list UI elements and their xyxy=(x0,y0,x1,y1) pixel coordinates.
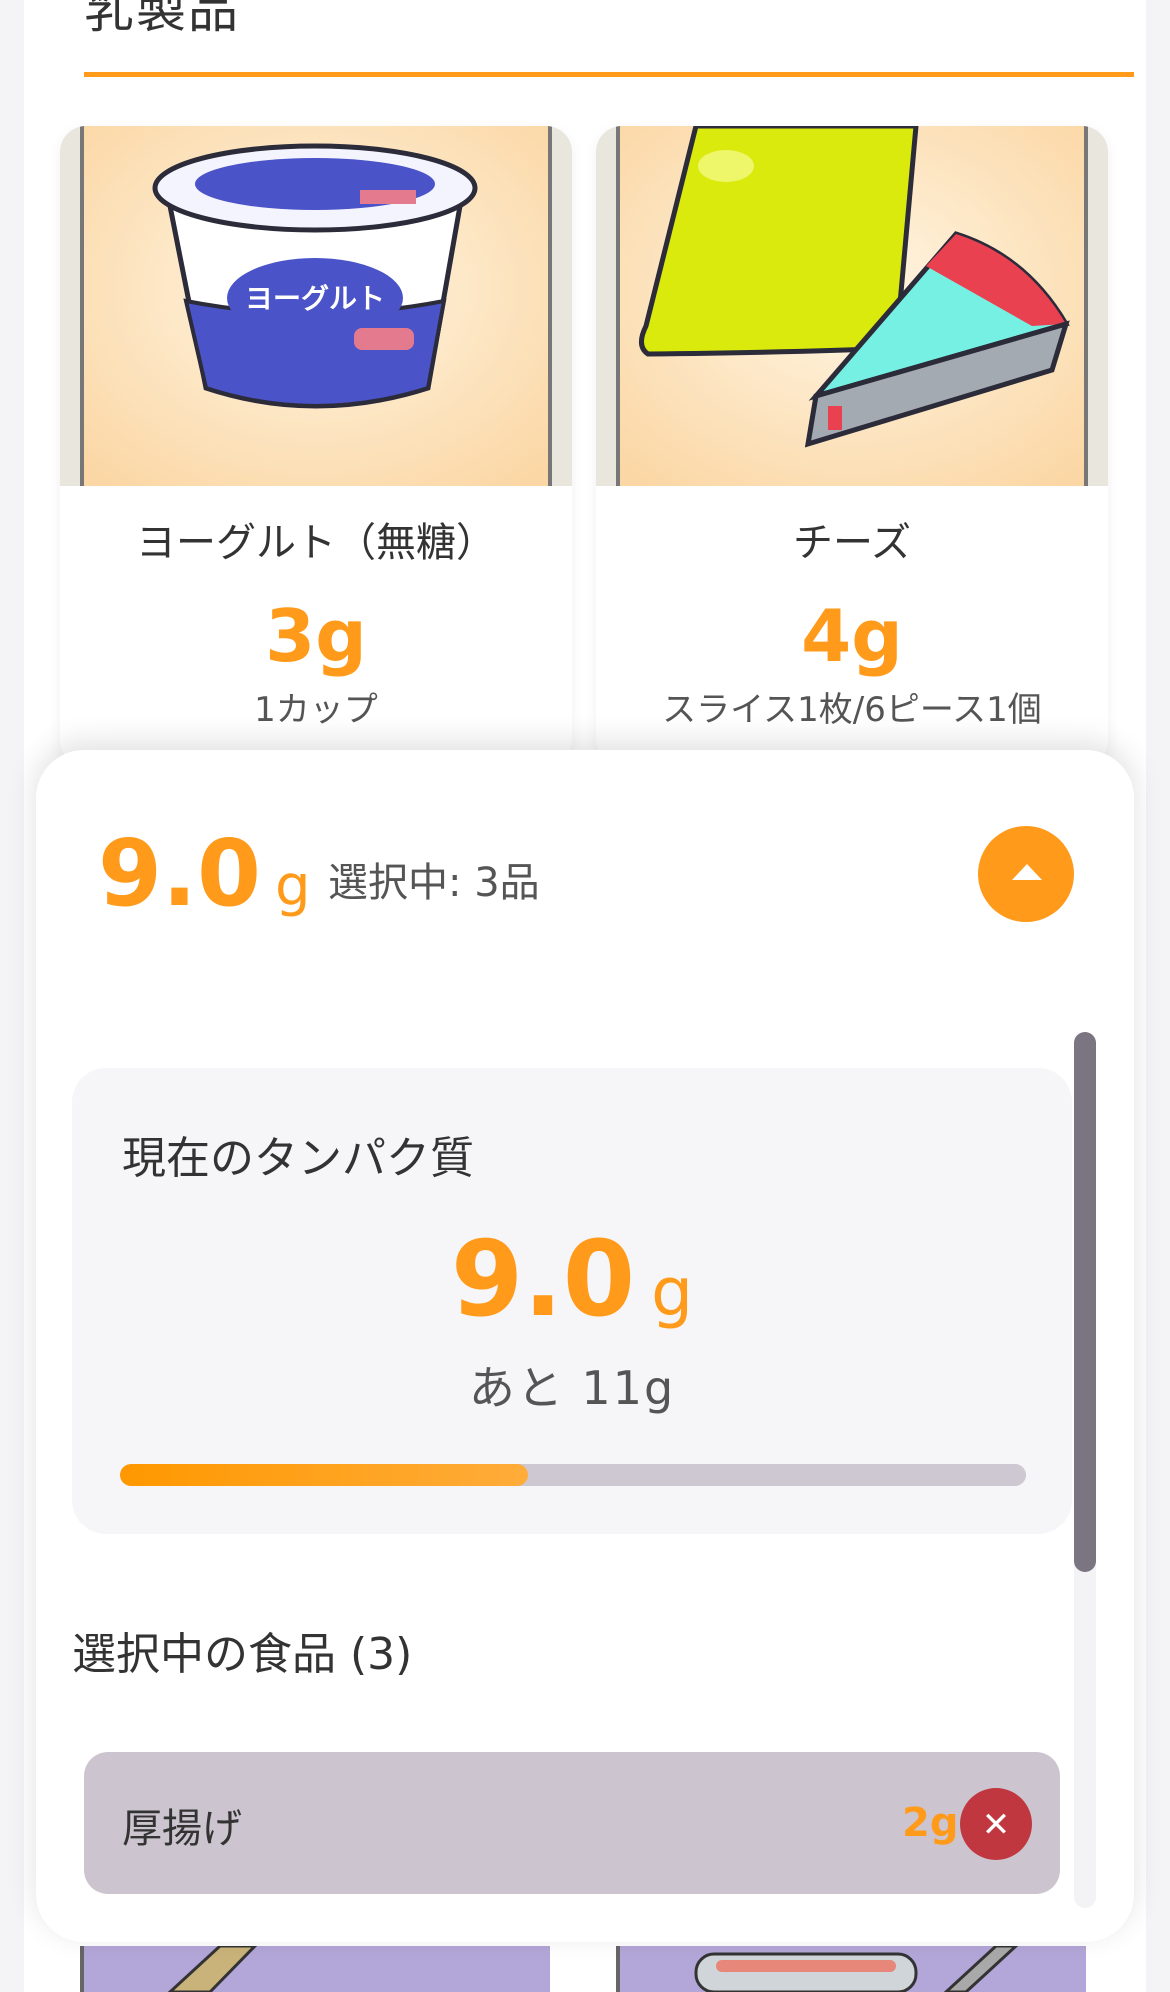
selected-count: 選択中: 3品 xyxy=(328,860,540,906)
sheet-total: 9.0 g xyxy=(98,820,311,927)
panel-title: 現在のタンパク質 xyxy=(122,1133,474,1184)
section-title: 乳製品 xyxy=(84,0,240,39)
food-card-cheese[interactable]: チーズ 4g スライス1枚/6ピース1個 xyxy=(596,126,1108,766)
panel-value-number: 9.0 xyxy=(450,1218,636,1340)
panel-value-unit: g xyxy=(651,1254,694,1331)
selected-food-item[interactable]: 厚揚げ 2g ✕ xyxy=(84,1752,1060,1894)
food-portion: 1カップ xyxy=(254,690,378,730)
food-image-peek xyxy=(616,1946,1086,1992)
food-card-peek[interactable] xyxy=(80,1946,550,1992)
scrollbar-thumb[interactable] xyxy=(1074,1032,1096,1572)
food-card-yogurt[interactable]: ヨーグルト ヨーグルト（無糖） 3g 1カップ xyxy=(60,126,572,766)
selected-food-name: 厚揚げ xyxy=(122,1806,242,1852)
food-name: ヨーグルト（無糖） xyxy=(136,520,496,566)
remove-food-button[interactable]: ✕ xyxy=(960,1788,1032,1860)
protein-progress-bar xyxy=(120,1464,1026,1486)
total-unit: g xyxy=(274,854,311,919)
remaining-protein: あと 11g xyxy=(468,1361,676,1415)
collapse-sheet-button[interactable] xyxy=(978,826,1074,922)
total-value: 9.0 xyxy=(98,820,261,927)
food-image-peek xyxy=(80,1946,550,1992)
food-name: チーズ xyxy=(793,520,911,566)
cheese-image xyxy=(596,126,1108,486)
current-protein-panel: 現在のタンパク質 9.0 g あと 11g xyxy=(72,1068,1072,1534)
selected-food-protein: 2g xyxy=(902,1800,959,1846)
food-protein: 4g xyxy=(801,594,903,678)
food-protein: 3g xyxy=(265,594,367,678)
yogurt-cup-label: ヨーグルト xyxy=(245,282,385,315)
triangle-up-icon xyxy=(1012,864,1042,880)
protein-bottom-sheet: 9.0 g 選択中: 3品 現在のタンパク質 9.0 g あと 11g 選択中の食品… xyxy=(36,750,1134,1942)
close-icon: ✕ xyxy=(981,1806,1011,1844)
selected-foods-title: 選択中の食品 (3) xyxy=(72,1629,413,1680)
food-portion: スライス1枚/6ピース1個 xyxy=(662,690,1042,730)
protein-progress-fill xyxy=(120,1464,528,1486)
food-card-peek[interactable] xyxy=(616,1946,1086,1992)
section-divider xyxy=(84,72,1134,77)
panel-value: 9.0 g xyxy=(72,1218,1072,1340)
yogurt-image: ヨーグルト xyxy=(60,126,572,486)
